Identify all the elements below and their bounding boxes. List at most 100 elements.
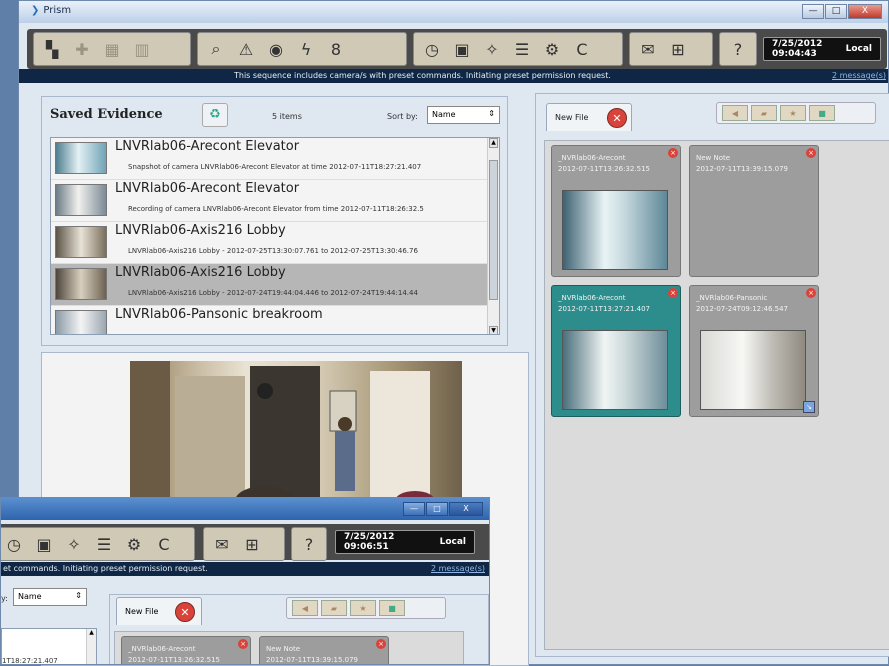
lock-icon[interactable]: 8 <box>322 36 350 62</box>
second-title-bar[interactable]: — □ X <box>1 498 489 520</box>
list-item[interactable]: LNVRlab06-Axis216 Lobby LNVRlab06-Axis21… <box>51 222 489 264</box>
evidence-count: 5 items <box>272 112 302 121</box>
monitor-icon[interactable]: ▣ <box>30 531 58 557</box>
saved-evidence-panel: Saved Evidence ♻ 5 items Sort by: Name ⇕… <box>41 96 508 346</box>
clock-display[interactable]: 7/25/2012 09:06:51 Local <box>335 530 475 554</box>
second-toolbar: ◷ ▣ ✧ ☰ ⚙ C ✉ ⊞ ? 7/25/2012 09:06:51 Loc… <box>1 524 489 561</box>
sort-select[interactable]: Name ⇕ <box>427 106 500 124</box>
tools-icon[interactable]: C <box>568 36 596 62</box>
item-title: LNVRlab06-Arecont Elevator <box>115 139 300 154</box>
list-settings-icon[interactable]: ☰ <box>508 36 536 62</box>
folder-icon[interactable]: ▰ <box>751 105 777 121</box>
minimize-button[interactable]: — <box>802 4 824 19</box>
remove-icon[interactable]: × <box>806 148 816 158</box>
sort-value: Name <box>432 110 456 119</box>
clock-time: 7/25/2012 09:06:51 <box>344 532 395 552</box>
help-icon[interactable]: ? <box>296 531 322 557</box>
tools-icon[interactable]: C <box>150 531 178 557</box>
flash-icon[interactable]: ϟ <box>292 36 320 62</box>
scroll-up-icon[interactable]: ▲ <box>87 629 96 636</box>
item-title: LNVRlab06-Axis216 Lobby <box>115 223 286 238</box>
scroll-down-icon[interactable]: ▼ <box>489 326 498 334</box>
file-card[interactable]: _NVRlab06-Arecont 2012-07-11T13:26:32.51… <box>551 145 681 277</box>
wizard-icon[interactable]: ✧ <box>60 531 88 557</box>
gear-list-icon[interactable]: ⚙ <box>538 36 566 62</box>
back-arrow-icon[interactable]: ◀ <box>722 105 748 121</box>
network-icon[interactable]: ⊞ <box>238 531 266 557</box>
export-icon[interactable]: ■ <box>809 105 835 121</box>
list-settings-icon[interactable]: ☰ <box>90 531 118 557</box>
minimize-button[interactable]: — <box>403 502 425 516</box>
scroll-thumb[interactable] <box>489 160 498 300</box>
thumbnail <box>55 268 107 300</box>
messages-link[interactable]: 2 message(s) <box>832 69 886 83</box>
network-icon[interactable]: ⊞ <box>664 36 692 62</box>
mail-icon[interactable]: ✉ <box>208 531 236 557</box>
message-text: et commands. Initiating preset permissio… <box>3 564 208 573</box>
thumbnail <box>55 226 107 258</box>
flag-icon: ↘ <box>803 401 815 413</box>
sort-select[interactable]: Name ⇕ <box>13 588 87 606</box>
star-delete-icon[interactable]: ★ <box>350 600 376 616</box>
evidence-title: Saved Evidence <box>50 107 163 122</box>
tile-icon[interactable]: ▦ <box>98 36 126 62</box>
mail-icon[interactable]: ✉ <box>634 36 662 62</box>
search-camera-icon[interactable]: ⌕ <box>202 36 230 62</box>
comm-group: ✉ ⊞ <box>203 527 285 561</box>
wall-icon[interactable]: ▥ <box>128 36 156 62</box>
tools-group: ◷ ▣ ✧ ☰ ⚙ C <box>413 32 623 66</box>
back-arrow-icon[interactable]: ◀ <box>292 600 318 616</box>
thumbnail <box>55 184 107 216</box>
clock-display[interactable]: 7/25/2012 09:04:43 Local <box>763 37 881 61</box>
close-button[interactable]: X <box>449 502 483 516</box>
clock-icon[interactable]: ◷ <box>1 531 28 557</box>
star-delete-icon[interactable]: ★ <box>780 105 806 121</box>
title-bar[interactable]: ❯ Prism — □ X <box>19 1 888 23</box>
maximize-button[interactable]: □ <box>825 4 847 19</box>
remove-icon[interactable]: × <box>668 288 678 298</box>
close-tab-icon[interactable]: ✕ <box>175 602 195 622</box>
file-grid: _NVRlab06-Arecont 2012-07-11T13:26:32.51… <box>544 140 889 650</box>
file-card[interactable]: _NVRlab06-Pansonic 2012-07-24T09:12:46.5… <box>689 285 819 417</box>
video-preview[interactable] <box>130 361 462 516</box>
list-item[interactable]: LNVRlab06-Arecont Elevator Snapshot of c… <box>51 138 489 180</box>
note-card[interactable]: New Note 2012-07-11T13:39:15.079 × <box>689 145 819 277</box>
remove-icon[interactable]: × <box>668 148 678 158</box>
lobby-scene-image <box>130 361 435 516</box>
list-item-selected[interactable]: LNVRlab06-Axis216 Lobby LNVRlab06-Axis21… <box>51 264 489 306</box>
file-card-selected[interactable]: _NVRlab06-Arecont 2012-07-11T13:27:21.40… <box>551 285 681 417</box>
card-image <box>562 190 668 270</box>
remove-icon[interactable]: × <box>238 639 248 649</box>
files-panel: New File ✕ ◀ ▰ ★ ■ _NVRlab06-Arecont 201… <box>535 93 889 657</box>
scroll-up-icon[interactable]: ▲ <box>489 138 498 148</box>
maximize-button[interactable]: □ <box>426 502 448 516</box>
grid-icon[interactable]: ✚ <box>68 36 96 62</box>
clock-icon[interactable]: ◷ <box>418 36 446 62</box>
tab-new-file[interactable]: New File ✕ <box>116 597 202 625</box>
vertical-scrollbar[interactable]: ▲ <box>86 629 96 664</box>
layout-icon[interactable]: ▚ <box>38 36 66 62</box>
clock-zone: Local <box>439 537 466 547</box>
wizard-icon[interactable]: ✧ <box>478 36 506 62</box>
export-icon[interactable]: ■ <box>379 600 405 616</box>
help-icon[interactable]: ? <box>724 36 752 62</box>
folder-icon[interactable]: ▰ <box>321 600 347 616</box>
messages-link[interactable]: 2 message(s) <box>431 562 485 576</box>
alarm-search-icon[interactable]: ⚠ <box>232 36 260 62</box>
remove-icon[interactable]: × <box>376 639 386 649</box>
list-item[interactable]: LNVRlab06-Pansonic breakroom <box>51 306 489 334</box>
remove-icon[interactable]: × <box>806 288 816 298</box>
close-tab-icon[interactable]: ✕ <box>607 108 627 128</box>
tab-new-file[interactable]: New File ✕ <box>546 103 632 131</box>
globe-icon[interactable]: ◉ <box>262 36 290 62</box>
file-toolbar: ◀ ▰ ★ ■ <box>716 102 876 124</box>
gear-list-icon[interactable]: ⚙ <box>120 531 148 557</box>
vertical-scrollbar[interactable]: ▲ ▼ <box>487 138 499 334</box>
list-item[interactable]: LNVRlab06-Arecont Elevator Recording of … <box>51 180 489 222</box>
note-card[interactable]: New Note 2012-07-11T13:39:15.079 × <box>259 636 389 664</box>
monitor-icon[interactable]: ▣ <box>448 36 476 62</box>
recycle-bin-icon[interactable]: ♻ <box>202 103 228 127</box>
close-button[interactable]: X <box>848 4 882 19</box>
item-title: LNVRlab06-Arecont Elevator <box>115 181 300 196</box>
file-card[interactable]: _NVRlab06-Arecont 2012-07-11T13:26:32.51… <box>121 636 251 664</box>
